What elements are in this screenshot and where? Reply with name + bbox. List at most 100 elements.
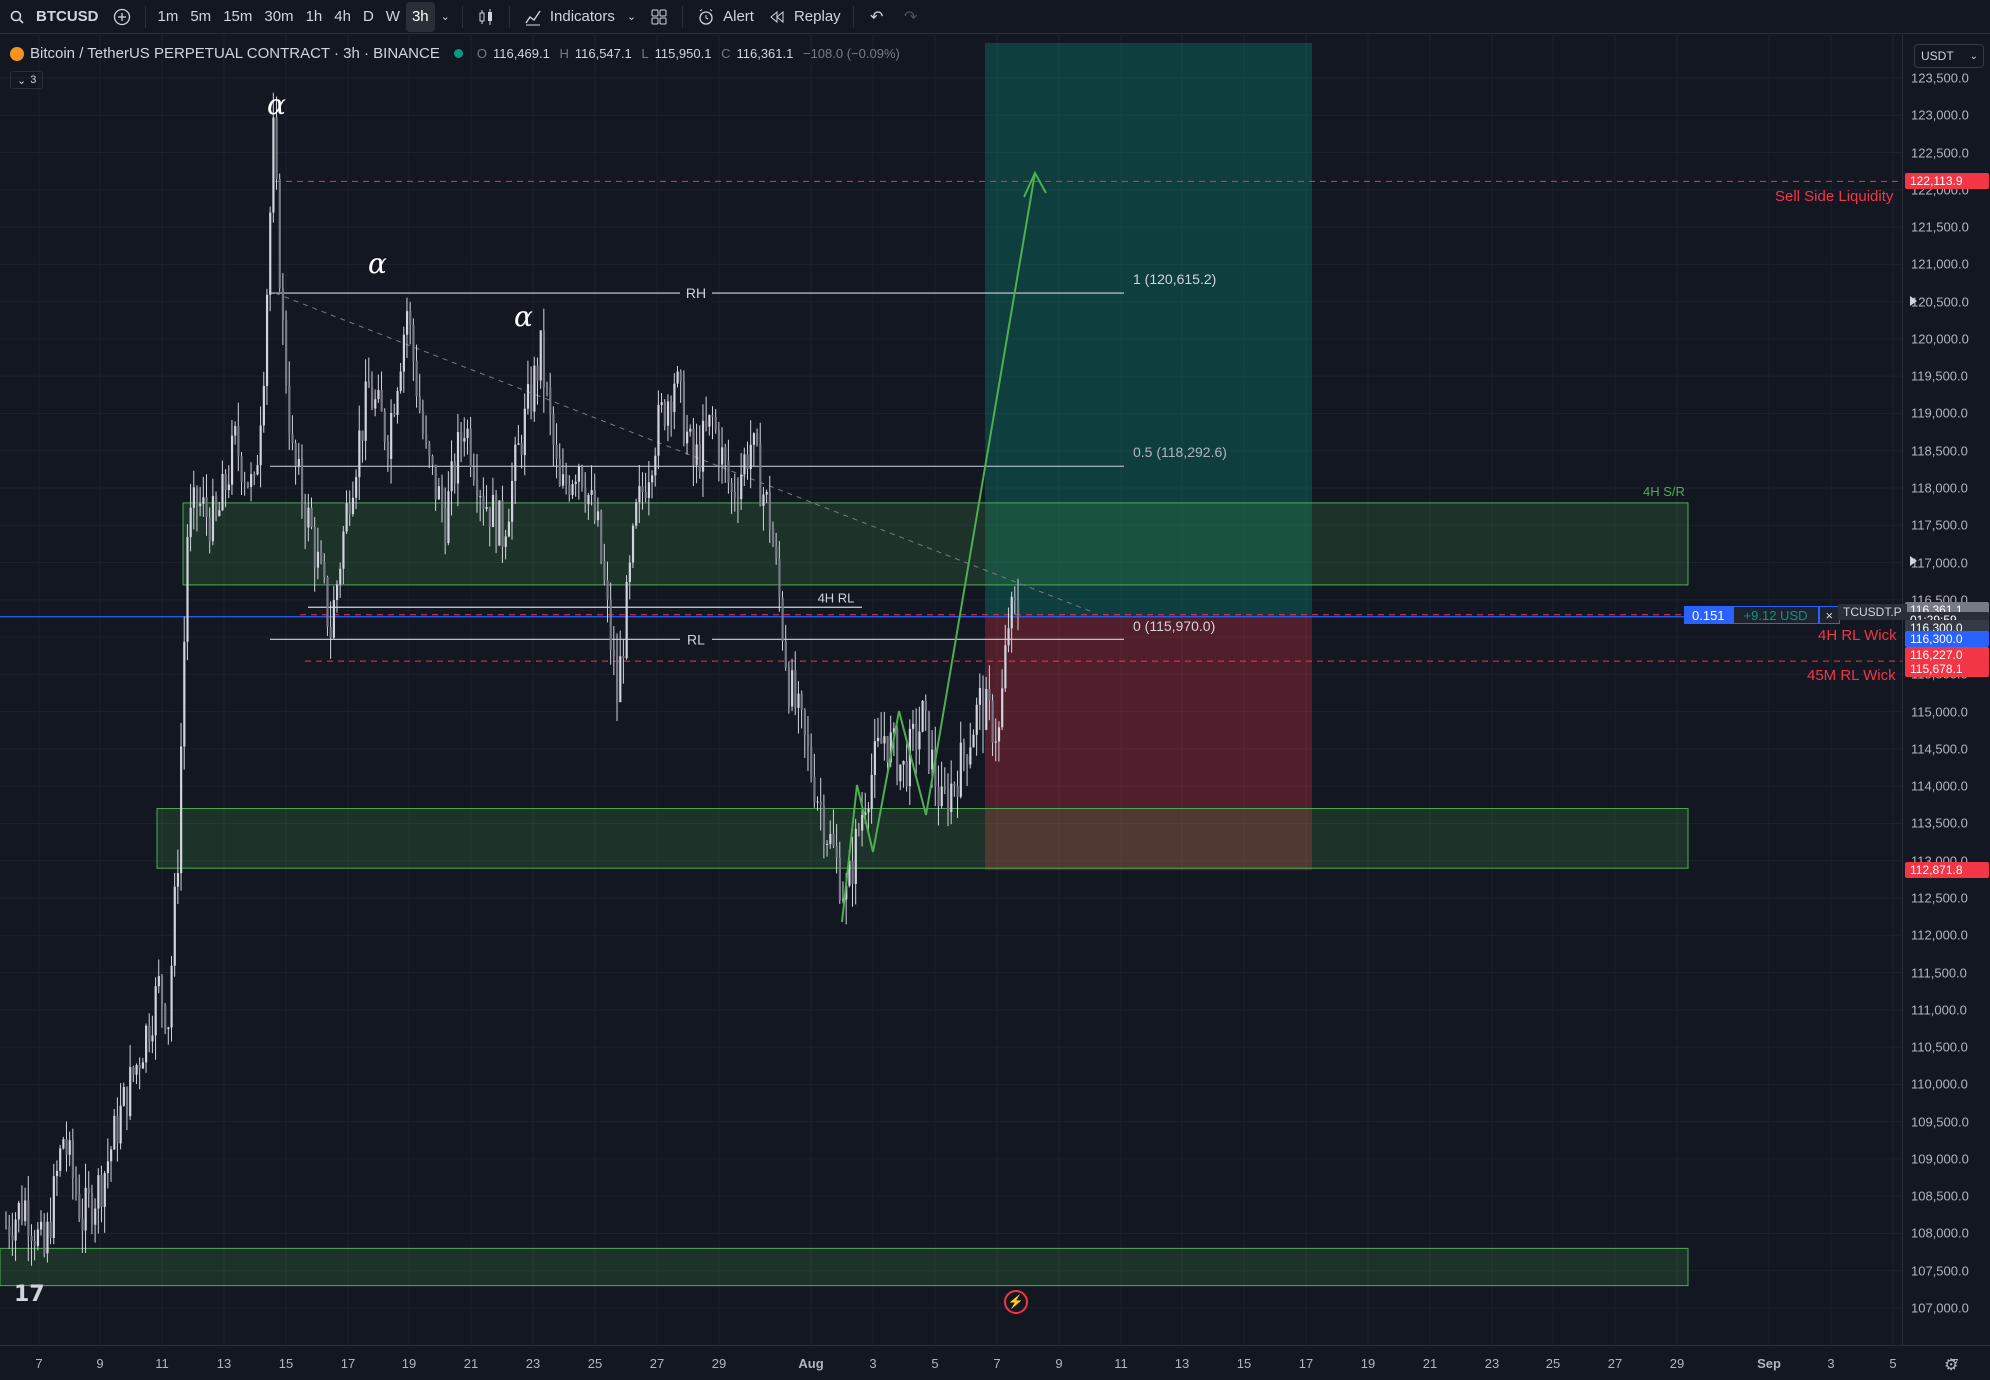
candle-body [380, 390, 383, 412]
price-chart[interactable]: RH RL 4H RL [0, 35, 1902, 1345]
position-label[interactable]: 0.151 +9.12 USD × [1684, 606, 1841, 624]
rl-wick-4h-label[interactable]: 4H RL Wick [1818, 627, 1897, 644]
interval-1h[interactable]: 1h [300, 2, 329, 32]
candle-body [651, 475, 654, 483]
redo-button[interactable]: ↷ [894, 2, 928, 32]
candle-body [84, 1187, 87, 1231]
symbol-search[interactable]: BTCUSD [0, 2, 105, 32]
rewind-icon [766, 6, 788, 28]
candle-body [326, 577, 329, 627]
candle-body [409, 311, 412, 325]
candle-body [275, 117, 278, 179]
gear-icon[interactable]: ⚙ [1944, 1355, 1958, 1375]
candle-body [485, 507, 488, 510]
indicators-collapse-toggle[interactable]: ⌄ 3 [10, 71, 44, 89]
candle-body [399, 371, 402, 392]
candle-body [164, 1004, 167, 1030]
candle-body [1017, 600, 1020, 618]
price-tick: 110,000.0 [1911, 1076, 1968, 1092]
alpha-annotation[interactable]: α [514, 300, 533, 333]
alpha-annotation[interactable]: α [267, 88, 286, 121]
close-position-button[interactable]: × [1818, 606, 1841, 624]
candle-body [71, 1140, 75, 1178]
alert-button[interactable]: Alert [689, 2, 760, 32]
candle-body [431, 456, 434, 465]
candle-body [695, 444, 698, 466]
chart-type-button[interactable] [469, 2, 503, 32]
interval-dropdown[interactable]: ⌄ [435, 2, 456, 32]
candle-body [466, 428, 469, 439]
interval-d[interactable]: D [357, 2, 380, 32]
undo-button[interactable]: ↶ [860, 2, 894, 32]
candle-body [590, 490, 593, 495]
sr-4h-label[interactable]: 4H S/R [1643, 484, 1685, 499]
interval-3h[interactable]: 3h [405, 1, 435, 32]
time-axis[interactable]: 7 9 11 13 15 17 19 21 23 25 27 29 Aug 3 5 7 9 11 13 15 17 19 2… [0, 1345, 1990, 1380]
candle-body [62, 1139, 65, 1149]
candle-body [132, 1067, 135, 1075]
candle-body [218, 510, 221, 517]
price-tick: 120,500.0 [1911, 294, 1969, 310]
currency-select[interactable]: USDT ⌄ [1914, 44, 1984, 68]
candle-body [259, 425, 262, 466]
rl-wick-45m-label[interactable]: 45M RL Wick [1807, 667, 1896, 684]
symbol-title[interactable]: Bitcoin / TetherUS PERPETUAL CONTRACT · … [30, 45, 440, 62]
candle-body [876, 737, 880, 742]
indicators-button[interactable]: Indicators [516, 2, 621, 32]
price-tag-stop[interactable]: 115,678.1 [1905, 661, 1989, 678]
candle-body [911, 723, 915, 729]
interval-w[interactable]: W [380, 2, 406, 32]
interval-5m[interactable]: 5m [184, 2, 217, 32]
candle-body [698, 444, 701, 472]
layouts-button[interactable] [642, 2, 676, 32]
fib-level-0-label[interactable]: 0 (115,970.0) [1133, 618, 1215, 634]
interval-4h[interactable]: 4h [328, 2, 357, 32]
add-symbol-button[interactable] [105, 2, 139, 32]
candle-body [701, 420, 705, 472]
interval-15m[interactable]: 15m [217, 2, 258, 32]
candle-body [256, 465, 259, 475]
price-tag-target-low[interactable]: 112,871.8 [1905, 862, 1989, 879]
candle-body [991, 700, 994, 743]
candle-body [778, 558, 781, 598]
candle-body [880, 737, 883, 744]
candle-body [663, 402, 666, 426]
time-tick: 15 [1236, 1356, 1252, 1371]
time-tick: 7 [993, 1356, 1001, 1371]
price-tick: 118,500.0 [1911, 443, 1968, 459]
chart-legend: Bitcoin / TetherUS PERPETUAL CONTRACT · … [10, 45, 906, 62]
interval-30m[interactable]: 30m [258, 2, 299, 32]
interval-1m[interactable]: 1m [152, 2, 185, 32]
time-tick: 9 [96, 1356, 104, 1371]
candle-body [549, 387, 552, 415]
price-axis[interactable]: 123,500.0 123,000.0 122,500.0 122,000.0 121,… [1902, 35, 1990, 1345]
tradingview-logo[interactable]: 17 [14, 1282, 45, 1307]
candle-body [122, 1086, 125, 1106]
price-tick: 108,500.0 [1911, 1188, 1969, 1204]
candle-body [297, 458, 300, 467]
fib-level-1-label[interactable]: 1 (120,615.2) [1133, 271, 1216, 287]
candle-body [530, 384, 533, 412]
candle-body [103, 1173, 106, 1207]
candle-body [950, 783, 953, 813]
time-tick: 15 [278, 1356, 294, 1371]
candle-body [278, 178, 281, 289]
lightning-icon[interactable]: ⚡ [1004, 1290, 1028, 1314]
indicators-dropdown[interactable]: ⌄ [621, 2, 642, 32]
fib-level-05-label[interactable]: 0.5 (118,292.6) [1133, 444, 1227, 460]
candle-body [418, 396, 421, 411]
candle-body [775, 545, 778, 559]
candle-body [768, 492, 771, 529]
time-tick: 25 [587, 1356, 603, 1371]
candle-body [905, 761, 908, 787]
candle-body [234, 426, 237, 436]
candle-body [937, 786, 940, 807]
chart-pane[interactable]: RH RL 4H RL [0, 35, 1990, 1345]
sell-side-liquidity-label[interactable]: Sell Side Liquidity [1775, 188, 1893, 205]
candle-body [437, 486, 441, 500]
price-tag-position[interactable]: 116,300.0 [1905, 631, 1989, 648]
replay-button[interactable]: Replay [760, 2, 847, 32]
alpha-annotation[interactable]: α [368, 247, 387, 280]
price-tag-sell-side[interactable]: 122,113.9 [1905, 173, 1989, 190]
candle-body [195, 487, 199, 507]
